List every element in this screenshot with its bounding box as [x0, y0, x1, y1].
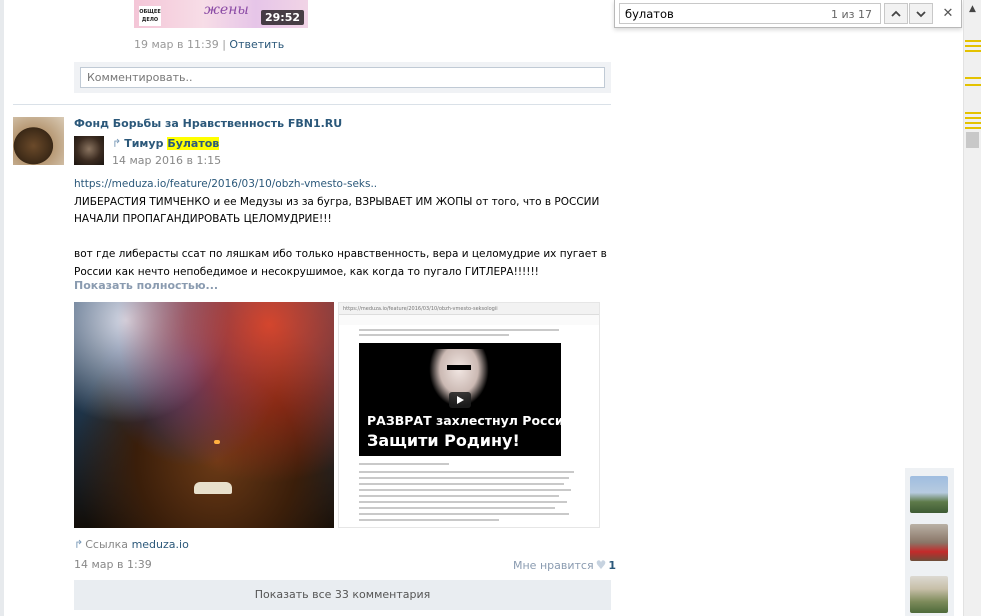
screenshot-text-line: [359, 334, 509, 336]
find-match-marker: [965, 40, 981, 42]
screenshot-video: РАЗВРАТ захлестнул Россию! Защити Родину…: [359, 343, 561, 456]
prev-post-date[interactable]: 19 мар в 11:39: [134, 38, 219, 51]
prev-post-meta: 19 мар в 11:39 | Ответить: [134, 38, 284, 51]
repost-first-name: Тимур: [124, 137, 164, 150]
left-edge: [0, 0, 4, 616]
screenshot-text-line: [359, 483, 564, 485]
screenshot-text-line: [359, 495, 559, 497]
find-match-marker: [965, 77, 981, 79]
post-date[interactable]: 14 мар в 1:39: [74, 558, 152, 571]
find-match-marker: [965, 117, 981, 119]
side-photo[interactable]: [910, 524, 948, 561]
link-domain[interactable]: meduza.io: [132, 538, 189, 551]
post-text-line2: вот где либерасты ссат по ляшкам ибо тол…: [74, 248, 607, 278]
link-label: Ссылка: [85, 538, 129, 551]
show-all-comments-button[interactable]: Показать все 33 комментария: [74, 580, 611, 610]
close-icon[interactable]: ✕: [939, 3, 957, 24]
bear-teeth: [194, 482, 232, 494]
like-count: 1: [608, 559, 616, 572]
chevron-down-icon[interactable]: [909, 3, 933, 24]
screenshot-text-line: [359, 329, 559, 331]
scroll-thumb[interactable]: [966, 132, 979, 148]
screenshot-text-line: [359, 477, 569, 479]
reply-link[interactable]: Ответить: [229, 38, 284, 51]
find-input[interactable]: булатов 1 из 17: [619, 3, 881, 24]
find-match-marker: [965, 122, 981, 124]
find-match-marker: [965, 45, 981, 47]
screenshot-text-line: [359, 501, 567, 503]
screenshot-toolbar: [339, 315, 599, 325]
video-title-line1: РАЗВРАТ захлестнул Россию!: [367, 413, 561, 428]
attachment-link: ↱ Ссылка meduza.io: [74, 538, 189, 551]
screenshot-address-bar: https://meduza.io/feature/2016/03/10/obz…: [339, 303, 599, 315]
repost-date[interactable]: 14 мар 2016 в 1:15: [112, 154, 221, 167]
video-thumbnail[interactable]: ОБЩЕЕ ДЕЛО жены 29:52: [134, 0, 308, 28]
side-photo[interactable]: [910, 476, 948, 513]
post-divider: [13, 104, 611, 105]
screenshot-text-line: [359, 507, 555, 509]
video-title-line2: Защити Родину!: [367, 431, 520, 450]
like-label: Мне нравится: [513, 559, 594, 572]
meta-separator: |: [222, 38, 226, 51]
post-author[interactable]: Фонд Борьбы за Нравственность FBN1.RU: [74, 117, 342, 130]
screenshot-text-line: [359, 513, 569, 515]
censor-bar: [447, 365, 471, 370]
post-photo-bear[interactable]: [74, 302, 334, 528]
channel-logo: ОБЩЕЕ ДЕЛО: [139, 6, 161, 26]
side-photo-panel: [905, 468, 954, 616]
group-avatar[interactable]: [13, 117, 64, 165]
find-match-count: 1 из 17: [831, 8, 872, 21]
scrollbar[interactable]: ▲: [963, 0, 981, 616]
post-text-line1: ЛИБЕРАСТИЯ ТИМЧЕНКО и ее Медузы из за бу…: [74, 195, 600, 226]
repost-author: ↱ Тимур Булатов: [112, 137, 220, 150]
find-query: булатов: [625, 7, 674, 21]
scroll-up-icon[interactable]: ▲: [964, 0, 981, 18]
show-full-link[interactable]: Показать полностью...: [74, 279, 218, 292]
find-match-marker: [965, 127, 981, 129]
play-icon: [449, 392, 471, 408]
video-duration: 29:52: [260, 10, 304, 25]
bear-eye: [214, 440, 220, 444]
screenshot-text-line: [359, 471, 574, 473]
post-text: https://meduza.io/feature/2016/03/10/obz…: [74, 176, 614, 281]
find-bar: булатов 1 из 17 ✕: [614, 0, 962, 28]
repost-author-link[interactable]: Тимур Булатов: [124, 137, 220, 150]
find-match-marker: [965, 112, 981, 114]
find-match-marker: [965, 84, 981, 86]
repost-arrow-icon: ↱: [112, 137, 122, 150]
screenshot-text-line: [359, 463, 449, 465]
screenshot-text-line: [359, 489, 571, 491]
chevron-up-icon[interactable]: [884, 3, 908, 24]
link-icon: ↱: [74, 538, 84, 551]
comment-input[interactable]: Комментировать..: [80, 67, 605, 88]
search-highlight: Булатов: [167, 137, 220, 150]
side-photo[interactable]: [910, 576, 948, 613]
heart-icon: ♥: [595, 558, 607, 572]
thumbnail-caption: жены: [204, 2, 249, 18]
post-url[interactable]: https://meduza.io/feature/2016/03/10/obz…: [74, 178, 377, 190]
comment-box: Комментировать..: [74, 62, 611, 93]
post-photo-screenshot[interactable]: https://meduza.io/feature/2016/03/10/obz…: [338, 302, 600, 528]
like-button[interactable]: Мне нравится ♥ 1: [513, 558, 616, 572]
find-match-marker: [965, 50, 981, 52]
repost-avatar[interactable]: [74, 136, 104, 165]
screenshot-text-line: [359, 519, 499, 521]
